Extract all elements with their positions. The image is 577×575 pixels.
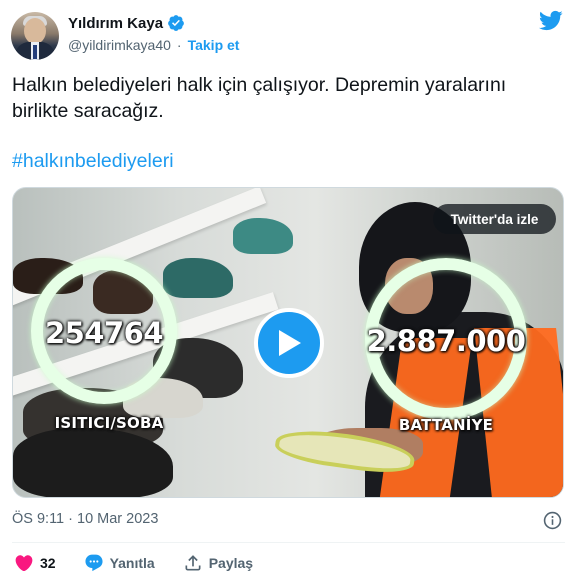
share-icon [185, 555, 201, 571]
author-name-row: Yıldırım Kaya [68, 13, 185, 33]
reply-icon [85, 554, 103, 572]
tweet-timestamp[interactable]: ÖS 9:11 · 10 Mar 2023 [12, 511, 158, 527]
action-bar: 32 Yanıtla Paylaş [12, 552, 253, 574]
info-icon[interactable] [543, 511, 562, 530]
share-label: Paylaş [208, 555, 254, 571]
hashtag-link[interactable]: #halkınbelediyeleri [12, 148, 174, 174]
reply-button[interactable]: Yanıtla [84, 553, 155, 573]
watch-on-twitter-button[interactable]: Twitter'da izle [433, 204, 556, 234]
share-button[interactable]: Paylaş [183, 553, 253, 573]
tweet-text: Halkın belediyeleri halk için çalışıyor.… [12, 74, 507, 122]
author-handle[interactable]: @yildirimkaya40 [68, 37, 171, 53]
play-icon [279, 330, 301, 356]
play-button[interactable] [254, 308, 324, 378]
video-media[interactable]: 254764 ISITICI/SOBA 2.887.000 BATTANİYE … [12, 187, 564, 498]
shoe [233, 218, 293, 254]
divider [12, 542, 565, 543]
author-handle-row: @yildirimkaya40 · Takip et [68, 35, 239, 55]
verified-badge-icon [168, 15, 184, 31]
twitter-bird-icon[interactable] [538, 10, 563, 31]
stat-label-heaters: ISITICI/SOBA [54, 414, 164, 432]
stat-number-blankets: 2.887.000 [366, 324, 526, 358]
like-button[interactable]: 32 [14, 553, 56, 573]
stat-label-blankets: BATTANİYE [398, 416, 494, 434]
avatar[interactable] [11, 12, 59, 60]
heart-icon [15, 555, 33, 572]
separator-dot: · [176, 37, 182, 53]
tweet-card: Yıldırım Kaya @yildirimkaya40 · Takip et… [0, 0, 577, 575]
author-display-name[interactable]: Yıldırım Kaya [68, 15, 163, 32]
shoe [163, 258, 233, 298]
reply-label: Yanıtla [109, 555, 155, 571]
follow-button[interactable]: Takip et [188, 37, 240, 53]
stat-number-heaters: 254764 [44, 316, 164, 350]
like-count: 32 [40, 555, 56, 571]
